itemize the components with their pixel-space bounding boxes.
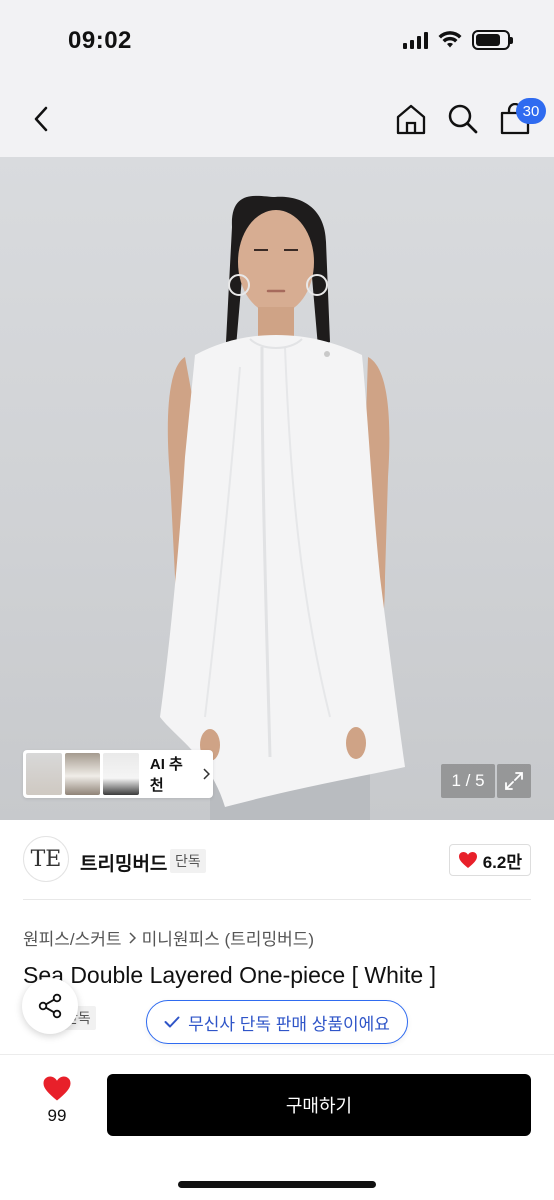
divider [23,899,531,900]
brand-like-button[interactable]: 6.2만 [448,844,531,876]
brand-name[interactable]: 트리밍버드 [80,849,167,876]
wishlist-button[interactable]: 99 [36,1075,78,1126]
check-icon [164,1016,180,1028]
wishlist-count: 99 [47,1106,67,1125]
breadcrumb-category[interactable]: 원피스/스커트 [23,925,122,950]
home-icon [396,104,426,135]
expand-image-button[interactable] [497,764,531,798]
cart-button[interactable]: 30 [498,98,546,138]
home-indicator [178,1181,376,1188]
image-page-indicator: 1 / 5 [441,764,495,798]
share-icon [38,993,62,1019]
status-icons [403,30,513,50]
recommendation-thumbnail[interactable] [103,753,139,795]
buy-button[interactable]: 구매하기 [107,1074,531,1136]
heart-icon [458,852,477,868]
nav-actions: 30 [394,98,546,138]
back-button[interactable] [24,102,58,136]
expand-icon [505,772,523,790]
nav-bar: 30 [0,84,554,157]
category-breadcrumb: 원피스/스커트 미니원피스 (트리밍버드) [23,925,314,950]
ai-recommendation-link[interactable]: AI 추천 [149,753,211,795]
breadcrumb-subcategory[interactable]: 미니원피스 (트리밍버드) [142,925,314,950]
search-button[interactable] [446,100,480,138]
ai-recommendation-label: AI 추천 [149,756,183,794]
exclusive-sale-text: 무신사 단독 판매 상품이에요 [188,1014,390,1034]
status-time: 09:02 [68,27,132,54]
heart-icon [43,1076,71,1101]
exclusive-badge: 단독 [170,849,206,873]
cart-count-badge: 30 [516,98,546,124]
chevron-right-icon [129,931,136,944]
battery-icon [472,30,513,50]
brand-like-count: 6.2만 [482,852,522,872]
bottom-purchase-bar: 99 구매하기 [0,1054,554,1200]
product-photo [160,195,405,820]
chevron-left-icon [34,106,48,132]
exclusive-sale-banner[interactable]: 무신사 단독 판매 상품이에요 [146,1000,408,1044]
signal-icon [403,31,428,49]
recommendation-thumbnail[interactable] [26,753,62,795]
status-bar: 09:02 [0,0,554,84]
share-button[interactable] [22,978,78,1034]
home-button[interactable] [394,100,428,138]
recommendation-thumbnail[interactable] [64,753,101,795]
brand-row: TE 트리밍버드 단독 6.2만 [0,820,554,900]
brand-logo[interactable]: TE [23,836,69,882]
ai-recommendation-strip[interactable]: AI 추천 [23,750,213,798]
search-icon [448,104,478,134]
wifi-icon [438,31,462,48]
chevron-right-icon [203,768,211,780]
product-image-gallery[interactable]: AI 추천 1 / 5 [0,157,554,820]
product-title: Sea Double Layered One-piece [ White ] [23,962,436,988]
